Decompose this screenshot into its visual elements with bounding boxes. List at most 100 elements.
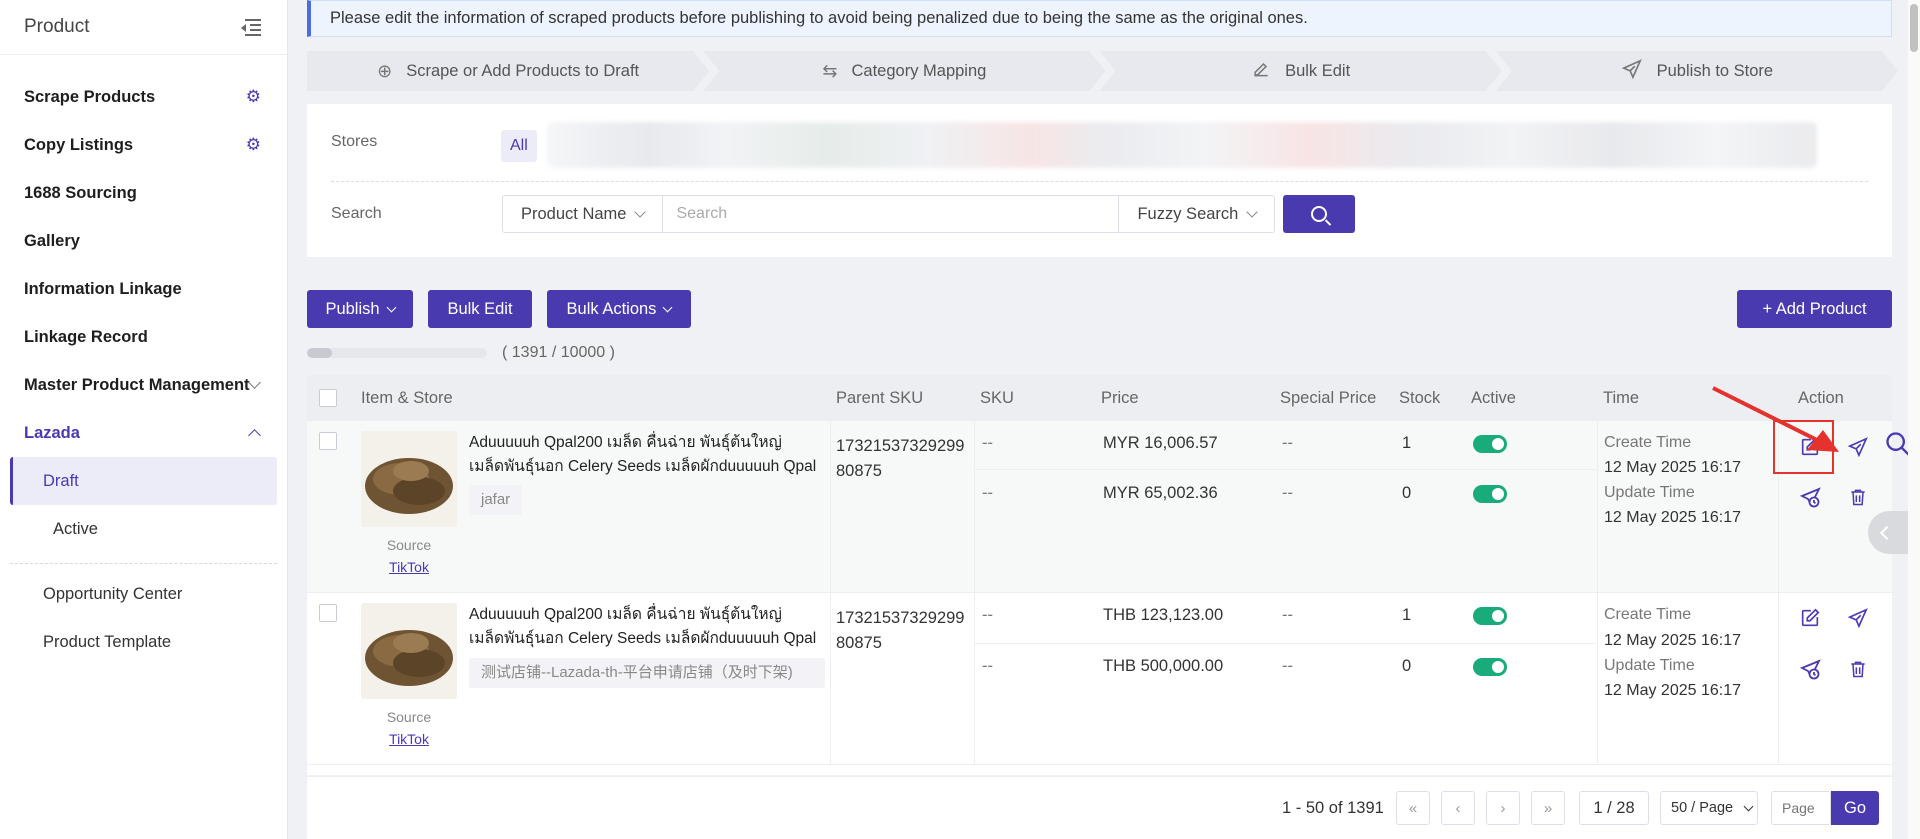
product-thumbnail[interactable] xyxy=(361,431,457,527)
main-content: Please edit the information of scraped p… xyxy=(307,0,1898,839)
sidebar-item-label: Information Linkage xyxy=(24,279,182,298)
store-tag: jafar xyxy=(469,485,523,515)
col-price: Price xyxy=(1101,389,1139,407)
sidebar-item-scrape-products[interactable]: Scrape Products ⚙ xyxy=(0,73,287,121)
step-publish-to-store[interactable]: Publish to Store xyxy=(1495,51,1898,91)
sidebar-item-opportunity-center[interactable]: Opportunity Center xyxy=(0,570,287,618)
quota-indicator: ( 1391 / 10000 ) xyxy=(307,344,615,362)
search-group: Product Name Fuzzy Search xyxy=(502,195,1276,233)
scrollbar-thumb[interactable] xyxy=(1910,4,1918,52)
delete-icon[interactable] xyxy=(1848,486,1870,508)
bulk-edit-button[interactable]: Bulk Edit xyxy=(428,290,532,328)
sku-value: -- xyxy=(982,606,993,624)
sidebar-item-information-linkage[interactable]: Information Linkage xyxy=(0,265,287,313)
select-all-checkbox[interactable] xyxy=(319,389,337,407)
next-page-icon[interactable]: › xyxy=(1486,791,1520,825)
sku-value: -- xyxy=(982,657,993,675)
search-button[interactable] xyxy=(1283,195,1355,233)
bulk-edit-label: Bulk Edit xyxy=(447,299,513,318)
chevron-down-icon xyxy=(386,302,397,312)
stores-label: Stores xyxy=(331,133,378,150)
sidebar-item-label: Copy Listings xyxy=(24,135,134,154)
sidebar-menu: Scrape Products ⚙ Copy Listings ⚙ 1688 S… xyxy=(0,55,287,666)
search-mode-value: Fuzzy Search xyxy=(1137,204,1239,223)
col-item-store: Item & Store xyxy=(361,389,453,407)
sidebar-item-label: Gallery xyxy=(24,231,80,250)
sidebar-item-copy-listings[interactable]: Copy Listings ⚙ xyxy=(0,121,287,169)
step-scrape[interactable]: ⊕ Scrape or Add Products to Draft xyxy=(307,51,710,91)
search-mode-select[interactable]: Fuzzy Search xyxy=(1119,196,1274,232)
sidebar-item-master-product-management[interactable]: Master Product Management xyxy=(0,361,287,409)
gear-icon[interactable]: ⚙ xyxy=(246,87,261,107)
quota-progress-fill xyxy=(307,348,333,358)
sidebar-item-linkage-record[interactable]: Linkage Record xyxy=(0,313,287,361)
plus-circle-icon: ⊕ xyxy=(377,60,393,81)
sidebar-item-label: Scrape Products xyxy=(24,87,156,106)
active-toggle[interactable] xyxy=(1473,658,1507,676)
row-checkbox[interactable] xyxy=(319,604,337,622)
bulk-actions-button[interactable]: Bulk Actions xyxy=(547,290,691,328)
toolbar: Publish Bulk Edit Bulk Actions + Add Pro… xyxy=(307,290,1892,328)
chevron-down-icon xyxy=(1743,801,1754,811)
current-page: 1 / 28 xyxy=(1579,791,1649,825)
active-toggle[interactable] xyxy=(1473,607,1507,625)
store-chip-all[interactable]: All xyxy=(501,130,537,162)
schedule-publish-icon[interactable] xyxy=(1799,658,1821,680)
last-page-icon[interactable]: » xyxy=(1531,791,1565,825)
publish-label: Publish xyxy=(325,299,380,318)
source-link[interactable]: TikTok xyxy=(361,559,457,575)
source-link[interactable]: TikTok xyxy=(361,731,457,747)
filter-divider xyxy=(331,181,1868,182)
chevron-down-icon xyxy=(248,376,261,389)
send-icon[interactable] xyxy=(1847,607,1869,629)
table-row: Source TikTok Aduuuuuh Qpal200 เมล็ด คื่… xyxy=(307,593,1892,765)
publish-button[interactable]: Publish xyxy=(307,290,413,328)
step-category-mapping[interactable]: ⇆ Category Mapping xyxy=(703,51,1106,91)
search-label: Search xyxy=(331,205,382,222)
send-icon[interactable] xyxy=(1847,436,1869,458)
step-label: Scrape or Add Products to Draft xyxy=(406,61,640,80)
chevron-up-icon xyxy=(248,429,261,442)
page-scrollbar[interactable] xyxy=(1908,0,1920,839)
sidebar-item-gallery[interactable]: Gallery xyxy=(0,217,287,265)
step-bulk-edit[interactable]: Bulk Edit xyxy=(1099,51,1502,91)
add-product-button[interactable]: + Add Product xyxy=(1737,290,1892,328)
sidebar-item-label: 1688 Sourcing xyxy=(24,183,137,202)
schedule-publish-icon[interactable] xyxy=(1799,486,1821,508)
sidebar-subitem-active[interactable]: Active xyxy=(10,505,277,553)
search-field-select[interactable]: Product Name xyxy=(503,196,664,232)
active-toggle[interactable] xyxy=(1473,435,1507,453)
col-sku: SKU xyxy=(980,389,1014,407)
chevron-down-icon xyxy=(662,302,673,312)
sidebar-item-label: Lazada xyxy=(24,423,80,442)
page-jump-input[interactable] xyxy=(1771,791,1831,825)
sidebar-item-lazada[interactable]: Lazada xyxy=(0,409,287,457)
first-page-icon[interactable]: « xyxy=(1396,791,1430,825)
sidebar-subitem-draft[interactable]: Draft xyxy=(10,457,277,505)
row-checkbox[interactable] xyxy=(319,432,337,450)
active-toggle[interactable] xyxy=(1473,485,1507,503)
search-input[interactable] xyxy=(663,196,1120,232)
sidebar-item-product-template[interactable]: Product Template xyxy=(0,618,287,666)
prev-page-icon[interactable]: ‹ xyxy=(1441,791,1475,825)
delete-icon[interactable] xyxy=(1848,658,1870,680)
product-thumbnail[interactable] xyxy=(361,603,457,699)
update-time-label: Update Time xyxy=(1604,657,1695,674)
parent-sku: 1732153732929980875 xyxy=(836,437,965,480)
stock-value: 1 xyxy=(1402,606,1412,624)
edit-icon[interactable] xyxy=(1799,607,1821,629)
collapse-menu-icon[interactable] xyxy=(241,18,261,36)
product-name[interactable]: Aduuuuuh Qpal200 เมล็ด คื่นฉ่าย พันธุ์ต้… xyxy=(469,603,819,651)
sidebar-item-1688-sourcing[interactable]: 1688 Sourcing xyxy=(0,169,287,217)
product-name[interactable]: Aduuuuuh Qpal200 เมล็ด คื่นฉ่าย พันธุ์ต้… xyxy=(469,431,819,479)
quota-progress-bar xyxy=(307,348,487,358)
chevron-down-icon xyxy=(634,206,647,218)
create-time-value: 12 May 2025 16:17 xyxy=(1604,632,1741,649)
page-size-select[interactable]: 50 / Page xyxy=(1660,791,1758,825)
stock-value: 0 xyxy=(1402,484,1412,502)
go-button[interactable]: Go xyxy=(1831,791,1879,825)
store-list-blurred xyxy=(547,122,1817,168)
gear-icon[interactable]: ⚙ xyxy=(246,135,261,155)
source-label: Source xyxy=(386,537,432,553)
sidebar-title: Product xyxy=(24,16,90,37)
